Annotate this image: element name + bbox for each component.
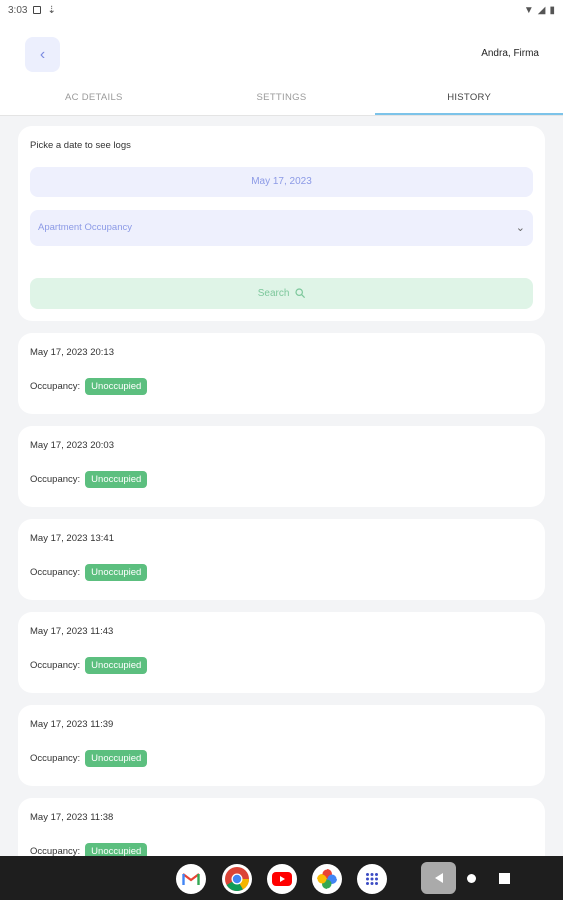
log-entry: May 17, 2023 11:39 Occupancy: Unoccupied bbox=[18, 705, 545, 786]
status-badge: Unoccupied bbox=[85, 564, 148, 581]
status-bar: 3:03 ⇣ ▼ ◢ ▮ bbox=[0, 0, 563, 20]
search-button-label: Search bbox=[257, 288, 290, 299]
log-timestamp: May 17, 2023 11:43 bbox=[30, 626, 114, 637]
log-timestamp: May 17, 2023 20:13 bbox=[30, 347, 114, 358]
nav-recents-button[interactable] bbox=[499, 873, 510, 884]
log-type-value: Apartment Occupancy bbox=[38, 222, 132, 233]
chevron-left-icon: ‹ bbox=[39, 45, 46, 63]
tab-settings[interactable]: SETTINGS bbox=[188, 87, 376, 115]
log-timestamp: May 17, 2023 13:41 bbox=[30, 533, 114, 544]
photos-icon[interactable] bbox=[312, 864, 342, 894]
date-prompt: Picke a date to see logs bbox=[30, 140, 131, 151]
status-time: 3:03 bbox=[8, 4, 28, 16]
search-card: Picke a date to see logs May 17, 2023 Ap… bbox=[18, 126, 545, 321]
search-icon bbox=[295, 288, 306, 299]
status-badge: Unoccupied bbox=[85, 750, 148, 767]
battery-icon: ▮ bbox=[549, 4, 555, 16]
status-badge: Unoccupied bbox=[85, 657, 148, 674]
system-nav-bar bbox=[0, 856, 563, 900]
log-entry: May 17, 2023 11:43 Occupancy: Unoccupied bbox=[18, 612, 545, 693]
search-button[interactable]: Search bbox=[30, 278, 533, 309]
chrome-icon[interactable] bbox=[222, 864, 252, 894]
log-type-select[interactable]: Apartment Occupancy ⌄ bbox=[30, 210, 533, 246]
chevron-down-icon: ⌄ bbox=[515, 222, 525, 234]
app-header: ‹ Andra, Firma AC DETAILS SETTINGS HISTO… bbox=[0, 20, 563, 115]
back-button[interactable]: ‹ bbox=[25, 37, 60, 72]
user-name: Andra, Firma bbox=[481, 48, 539, 59]
occupancy-label: Occupancy: bbox=[30, 753, 81, 764]
tab-bar: AC DETAILS SETTINGS HISTORY bbox=[0, 87, 563, 115]
occupancy-label: Occupancy: bbox=[30, 381, 81, 392]
signal-icon: ◢ bbox=[537, 4, 546, 16]
status-badge: Unoccupied bbox=[85, 471, 148, 488]
log-timestamp: May 17, 2023 11:39 bbox=[30, 719, 114, 730]
tab-ac-details[interactable]: AC DETAILS bbox=[0, 87, 188, 115]
notification-icon bbox=[33, 6, 42, 14]
nav-back-button[interactable] bbox=[421, 862, 456, 894]
triangle-back-icon bbox=[434, 873, 443, 883]
occupancy-label: Occupancy: bbox=[30, 660, 81, 671]
log-timestamp: May 17, 2023 11:38 bbox=[30, 812, 114, 823]
log-entry: May 17, 2023 20:03 Occupancy: Unoccupied bbox=[18, 426, 545, 507]
gmail-icon[interactable] bbox=[176, 864, 206, 894]
log-entry: May 17, 2023 13:41 Occupancy: Unoccupied bbox=[18, 519, 545, 600]
nav-home-button[interactable] bbox=[467, 874, 476, 883]
log-entry: May 17, 2023 20:13 Occupancy: Unoccupied bbox=[18, 333, 545, 414]
download-icon: ⇣ bbox=[47, 4, 56, 16]
tab-history[interactable]: HISTORY bbox=[375, 87, 563, 115]
wifi-icon: ▼ bbox=[523, 4, 534, 16]
occupancy-label: Occupancy: bbox=[30, 474, 81, 485]
log-timestamp: May 17, 2023 20:03 bbox=[30, 440, 114, 451]
youtube-icon[interactable] bbox=[267, 864, 297, 894]
date-picker-field[interactable]: May 17, 2023 bbox=[30, 167, 533, 197]
header-divider bbox=[0, 115, 563, 116]
app-drawer-icon[interactable] bbox=[357, 864, 387, 894]
occupancy-label: Occupancy: bbox=[30, 567, 81, 578]
status-badge: Unoccupied bbox=[85, 378, 148, 395]
